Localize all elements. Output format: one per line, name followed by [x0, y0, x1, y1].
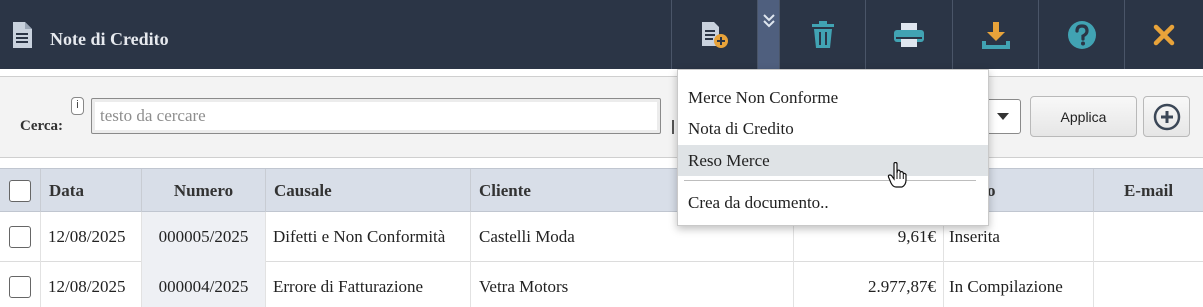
column-header-reason[interactable]: Causale	[265, 169, 470, 213]
table-header: Data Numero Causale Cliente o E-mail	[0, 168, 1203, 213]
cell-number: 000005/2025	[141, 212, 265, 262]
close-button[interactable]	[1124, 0, 1203, 69]
select-all-cell	[0, 169, 40, 213]
cell-email	[1093, 262, 1203, 307]
column-header-email[interactable]: E-mail	[1093, 169, 1203, 213]
column-header-number[interactable]: Numero	[141, 169, 265, 213]
delete-button[interactable]	[779, 0, 865, 69]
new-document-menu: Merce Non Conforme Nota di Credito Reso …	[677, 69, 989, 226]
close-icon	[1153, 24, 1175, 45]
table-row[interactable]: 12/08/2025 000005/2025 Difetti e Non Con…	[0, 212, 1203, 262]
cell-reason: Errore di Fatturazione	[265, 262, 470, 307]
cell-client: Vetra Motors	[470, 262, 793, 307]
cell-amount: 2.977,87€	[793, 262, 943, 307]
row-checkbox[interactable]	[9, 276, 31, 298]
row-checkbox[interactable]	[9, 226, 31, 248]
new-document-button[interactable]	[671, 0, 757, 69]
menu-item-crea-da-documento[interactable]: Crea da documento..	[678, 187, 988, 218]
field-separator	[672, 120, 674, 134]
search-label: Cerca:	[20, 118, 64, 134]
menu-item-merce-non-conforme[interactable]: Merce Non Conforme	[678, 82, 988, 113]
help-icon	[1067, 20, 1096, 49]
menu-item-reso-merce[interactable]: Reso Merce	[678, 145, 988, 176]
top-toolbar: Note di Credito	[0, 0, 1203, 69]
hand-cursor-icon	[887, 162, 907, 188]
apply-button[interactable]: Applica	[1030, 96, 1137, 137]
document-icon	[13, 22, 32, 48]
chevron-down-icon	[997, 113, 1009, 120]
select-all-checkbox[interactable]	[9, 180, 31, 202]
cell-date: 12/08/2025	[40, 262, 141, 307]
menu-item-nota-di-credito[interactable]: Nota di Credito	[678, 113, 988, 144]
menu-separator	[684, 180, 976, 181]
download-button[interactable]	[952, 0, 1038, 69]
cell-status: In Compilazione	[943, 262, 1093, 307]
row-select-cell	[0, 262, 40, 307]
row-select-cell	[0, 212, 40, 262]
help-button[interactable]	[1038, 0, 1124, 69]
page-title: Note di Credito	[50, 29, 169, 49]
cell-number: 000004/2025	[141, 262, 265, 307]
plus-circle-icon	[1153, 103, 1180, 130]
add-filter-button[interactable]	[1143, 96, 1190, 137]
column-header-date[interactable]: Data	[40, 169, 141, 213]
search-input[interactable]	[91, 98, 661, 134]
print-icon	[894, 22, 924, 47]
download-icon	[981, 21, 1010, 49]
cell-reason: Difetti e Non Conformità	[265, 212, 470, 262]
chevron-down-double-icon	[762, 13, 775, 27]
trash-icon	[811, 20, 834, 48]
cell-email	[1093, 212, 1203, 262]
new-document-dropdown-toggle[interactable]	[757, 0, 779, 69]
filter-select[interactable]	[985, 99, 1021, 134]
cell-date: 12/08/2025	[40, 212, 141, 262]
new-document-icon	[701, 21, 728, 48]
print-button[interactable]	[865, 0, 952, 69]
table-row[interactable]: 12/08/2025 000004/2025 Errore di Fattura…	[0, 262, 1203, 307]
info-icon[interactable]: i	[71, 97, 84, 115]
